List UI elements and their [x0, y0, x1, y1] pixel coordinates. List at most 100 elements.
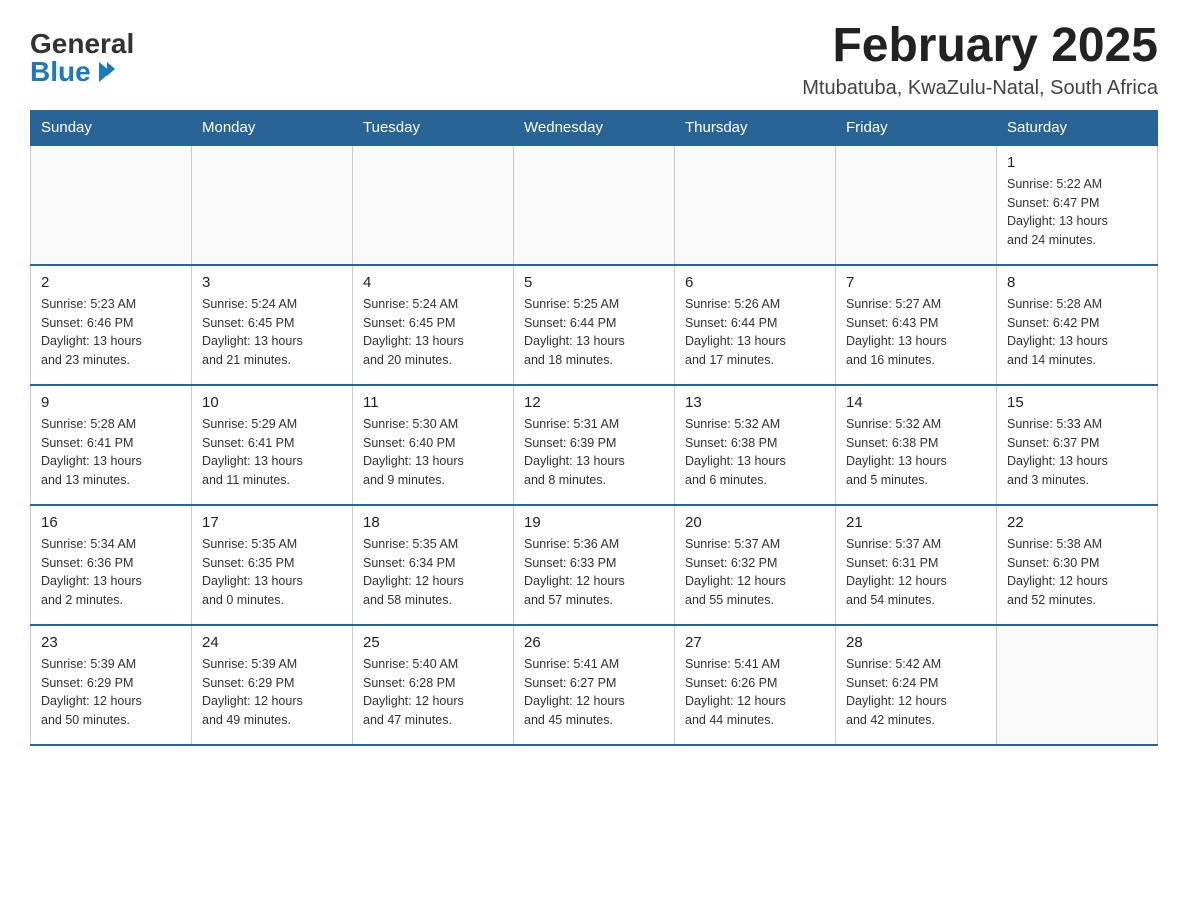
day-info: Sunrise: 5:32 AMSunset: 6:38 PMDaylight:… [685, 415, 825, 490]
day-info: Sunrise: 5:39 AMSunset: 6:29 PMDaylight:… [202, 655, 342, 730]
calendar-cell: 9 Sunrise: 5:28 AMSunset: 6:41 PMDaylight… [31, 385, 192, 505]
day-number: 27 [685, 634, 825, 651]
calendar-cell: 2 Sunrise: 5:23 AMSunset: 6:46 PMDaylight… [31, 265, 192, 385]
calendar-week-row: 9 Sunrise: 5:28 AMSunset: 6:41 PMDaylight… [31, 385, 1158, 505]
month-title: February 2025 [802, 20, 1158, 73]
calendar-cell: 14 Sunrise: 5:32 AMSunset: 6:38 PMDayligh… [836, 385, 997, 505]
calendar-cell: 6 Sunrise: 5:26 AMSunset: 6:44 PMDaylight… [675, 265, 836, 385]
weekday-header-monday: Monday [192, 110, 353, 145]
weekday-header-sunday: Sunday [31, 110, 192, 145]
page-header: General Blue February 2025 Mtubatuba, Kw… [30, 20, 1158, 100]
day-info: Sunrise: 5:41 AMSunset: 6:27 PMDaylight:… [524, 655, 664, 730]
day-info: Sunrise: 5:38 AMSunset: 6:30 PMDaylight:… [1007, 535, 1147, 610]
day-number: 1 [1007, 154, 1147, 171]
day-number: 8 [1007, 274, 1147, 291]
day-number: 20 [685, 514, 825, 531]
location-text: Mtubatuba, KwaZulu-Natal, South Africa [802, 77, 1158, 100]
calendar-cell [514, 145, 675, 265]
calendar-cell [31, 145, 192, 265]
calendar-cell: 18Sunrise: 5:35 AMSunset: 6:34 PMDayligh… [353, 505, 514, 625]
calendar-cell: 28 Sunrise: 5:42 AMSunset: 6:24 PMDayligh… [836, 625, 997, 745]
day-number: 16 [41, 514, 181, 531]
day-info: Sunrise: 5:25 AMSunset: 6:44 PMDaylight:… [524, 295, 664, 370]
calendar-week-row: 2 Sunrise: 5:23 AMSunset: 6:46 PMDaylight… [31, 265, 1158, 385]
day-number: 9 [41, 394, 181, 411]
calendar-cell: 21 Sunrise: 5:37 AMSunset: 6:31 PMDayligh… [836, 505, 997, 625]
day-info: Sunrise: 5:41 AMSunset: 6:26 PMDaylight:… [685, 655, 825, 730]
calendar-cell: 11 Sunrise: 5:30 AMSunset: 6:40 PMDayligh… [353, 385, 514, 505]
day-number: 24 [202, 634, 342, 651]
weekday-header-row: SundayMondayTuesdayWednesdayThursdayFrid… [31, 110, 1158, 145]
day-info: Sunrise: 5:37 AMSunset: 6:32 PMDaylight:… [685, 535, 825, 610]
calendar-cell: 25 Sunrise: 5:40 AMSunset: 6:28 PMDayligh… [353, 625, 514, 745]
day-info: Sunrise: 5:30 AMSunset: 6:40 PMDaylight:… [363, 415, 503, 490]
day-info: Sunrise: 5:37 AMSunset: 6:31 PMDaylight:… [846, 535, 986, 610]
day-info: Sunrise: 5:31 AMSunset: 6:39 PMDaylight:… [524, 415, 664, 490]
calendar-cell [192, 145, 353, 265]
day-info: Sunrise: 5:29 AMSunset: 6:41 PMDaylight:… [202, 415, 342, 490]
calendar-week-row: 23 Sunrise: 5:39 AMSunset: 6:29 PMDayligh… [31, 625, 1158, 745]
calendar-cell: 15Sunrise: 5:33 AMSunset: 6:37 PMDayligh… [997, 385, 1158, 505]
calendar-cell [836, 145, 997, 265]
calendar-cell: 10 Sunrise: 5:29 AMSunset: 6:41 PMDayligh… [192, 385, 353, 505]
day-number: 2 [41, 274, 181, 291]
day-number: 3 [202, 274, 342, 291]
calendar-cell: 19 Sunrise: 5:36 AMSunset: 6:33 PMDayligh… [514, 505, 675, 625]
calendar-cell: 4 Sunrise: 5:24 AMSunset: 6:45 PMDaylight… [353, 265, 514, 385]
day-info: Sunrise: 5:40 AMSunset: 6:28 PMDaylight:… [363, 655, 503, 730]
weekday-header-wednesday: Wednesday [514, 110, 675, 145]
day-number: 28 [846, 634, 986, 651]
day-number: 6 [685, 274, 825, 291]
calendar-cell [353, 145, 514, 265]
day-number: 7 [846, 274, 986, 291]
day-number: 23 [41, 634, 181, 651]
calendar-cell: 3 Sunrise: 5:24 AMSunset: 6:45 PMDaylight… [192, 265, 353, 385]
calendar-cell [997, 625, 1158, 745]
day-number: 11 [363, 394, 503, 411]
calendar-cell: 12 Sunrise: 5:31 AMSunset: 6:39 PMDayligh… [514, 385, 675, 505]
day-number: 19 [524, 514, 664, 531]
day-info: Sunrise: 5:35 AMSunset: 6:35 PMDaylight:… [202, 535, 342, 610]
day-info: Sunrise: 5:34 AMSunset: 6:36 PMDaylight:… [41, 535, 181, 610]
calendar-cell: 27 Sunrise: 5:41 AMSunset: 6:26 PMDayligh… [675, 625, 836, 745]
calendar-cell: 5Sunrise: 5:25 AMSunset: 6:44 PMDaylight… [514, 265, 675, 385]
day-info: Sunrise: 5:42 AMSunset: 6:24 PMDaylight:… [846, 655, 986, 730]
day-number: 12 [524, 394, 664, 411]
calendar-cell: 1Sunrise: 5:22 AMSunset: 6:47 PMDaylight… [997, 145, 1158, 265]
calendar-cell: 8 Sunrise: 5:28 AMSunset: 6:42 PMDaylight… [997, 265, 1158, 385]
day-info: Sunrise: 5:24 AMSunset: 6:45 PMDaylight:… [363, 295, 503, 370]
day-info: Sunrise: 5:23 AMSunset: 6:46 PMDaylight:… [41, 295, 181, 370]
calendar-cell: 23 Sunrise: 5:39 AMSunset: 6:29 PMDayligh… [31, 625, 192, 745]
day-number: 26 [524, 634, 664, 651]
day-info: Sunrise: 5:39 AMSunset: 6:29 PMDaylight:… [41, 655, 181, 730]
day-number: 17 [202, 514, 342, 531]
logo-triangle-small-icon [107, 62, 115, 76]
day-number: 22 [1007, 514, 1147, 531]
day-number: 15 [1007, 394, 1147, 411]
day-number: 13 [685, 394, 825, 411]
day-number: 25 [363, 634, 503, 651]
calendar-cell: 13 Sunrise: 5:32 AMSunset: 6:38 PMDayligh… [675, 385, 836, 505]
day-info: Sunrise: 5:28 AMSunset: 6:42 PMDaylight:… [1007, 295, 1147, 370]
calendar-cell: 7Sunrise: 5:27 AMSunset: 6:43 PMDaylight… [836, 265, 997, 385]
day-number: 10 [202, 394, 342, 411]
day-number: 21 [846, 514, 986, 531]
weekday-header-saturday: Saturday [997, 110, 1158, 145]
day-info: Sunrise: 5:24 AMSunset: 6:45 PMDaylight:… [202, 295, 342, 370]
day-info: Sunrise: 5:28 AMSunset: 6:41 PMDaylight:… [41, 415, 181, 490]
day-number: 14 [846, 394, 986, 411]
calendar-week-row: 1Sunrise: 5:22 AMSunset: 6:47 PMDaylight… [31, 145, 1158, 265]
day-info: Sunrise: 5:32 AMSunset: 6:38 PMDaylight:… [846, 415, 986, 490]
calendar-table: SundayMondayTuesdayWednesdayThursdayFrid… [30, 110, 1158, 746]
calendar-cell: 22 Sunrise: 5:38 AMSunset: 6:30 PMDayligh… [997, 505, 1158, 625]
day-info: Sunrise: 5:35 AMSunset: 6:34 PMDaylight:… [363, 535, 503, 610]
weekday-header-thursday: Thursday [675, 110, 836, 145]
calendar-cell: 20 Sunrise: 5:37 AMSunset: 6:32 PMDayligh… [675, 505, 836, 625]
title-block: February 2025 Mtubatuba, KwaZulu-Natal, … [802, 20, 1158, 100]
calendar-week-row: 16 Sunrise: 5:34 AMSunset: 6:36 PMDayligh… [31, 505, 1158, 625]
logo-blue-text: Blue [30, 58, 91, 86]
day-info: Sunrise: 5:36 AMSunset: 6:33 PMDaylight:… [524, 535, 664, 610]
day-info: Sunrise: 5:26 AMSunset: 6:44 PMDaylight:… [685, 295, 825, 370]
day-number: 4 [363, 274, 503, 291]
calendar-cell: 24 Sunrise: 5:39 AMSunset: 6:29 PMDayligh… [192, 625, 353, 745]
